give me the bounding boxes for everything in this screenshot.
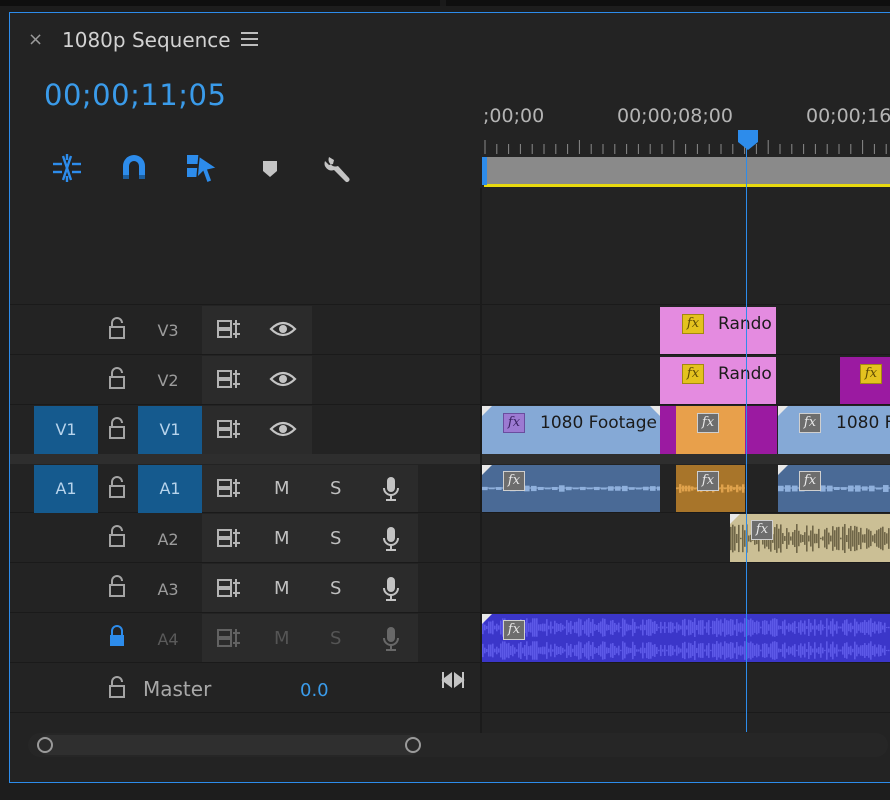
lock-icon[interactable] [108, 525, 126, 547]
master-volume-value[interactable]: 0.0 [300, 680, 329, 701]
fx-badge[interactable]: fx [697, 471, 719, 491]
fx-badge[interactable]: fx [799, 471, 821, 491]
v1-clip-orange[interactable]: fx [676, 406, 745, 454]
sync-lock-icon[interactable] [216, 477, 242, 503]
playhead-timecode[interactable]: 00;00;11;05 [44, 78, 226, 112]
clip-name: Rando [718, 364, 772, 384]
time-ruler[interactable] [484, 140, 890, 154]
clip-name: 1080 F [836, 413, 890, 433]
insert-overwrite-nest-icon[interactable] [50, 151, 84, 185]
clip-name: 1080 Footage [540, 413, 657, 433]
fx-badge[interactable]: fx [682, 314, 704, 334]
lock-icon-locked[interactable] [108, 625, 126, 647]
snap-magnet-icon[interactable] [117, 151, 151, 185]
a2-audio-clip[interactable]: fx [730, 514, 890, 562]
in-point-marker[interactable] [482, 157, 487, 185]
source-patch-a1[interactable]: A1 [34, 465, 98, 513]
v3-clip[interactable]: fx Rando [660, 307, 776, 354]
work-area-bar[interactable] [484, 157, 890, 184]
track-label-v3[interactable]: V3 [136, 321, 200, 340]
sync-lock-icon[interactable] [216, 418, 242, 444]
toggle-output-eye-icon[interactable] [269, 419, 297, 443]
sync-lock-icon[interactable] [216, 577, 242, 603]
mute-button[interactable]: M [274, 578, 290, 599]
solo-button[interactable]: S [330, 578, 341, 599]
solo-button[interactable]: S [330, 478, 341, 499]
sync-lock-icon[interactable] [216, 368, 242, 394]
v2-clip[interactable]: fx Rando [660, 357, 776, 404]
fx-badge[interactable]: fx [860, 364, 882, 384]
ruler-label-16s: 00;00;16 [806, 105, 890, 127]
a4-audio-clip[interactable]: fx [482, 614, 890, 662]
sync-lock-icon[interactable] [216, 527, 242, 553]
add-marker-icon[interactable] [253, 151, 287, 185]
lock-icon[interactable] [108, 676, 126, 698]
a1-audio-clip[interactable]: fx [482, 465, 660, 512]
ruler-label-8s: 00;00;08;00 [617, 105, 733, 127]
fx-badge[interactable]: fx [751, 520, 773, 540]
lock-icon[interactable] [108, 367, 126, 389]
playhead-handle[interactable] [738, 130, 758, 150]
linked-selection-icon[interactable] [185, 151, 219, 185]
fx-badge[interactable]: fx [697, 413, 719, 433]
playhead-line[interactable] [746, 140, 747, 732]
a1-audio-clip-orange[interactable]: fx [676, 465, 745, 512]
toggle-output-eye-icon[interactable] [269, 369, 297, 393]
clip-name: Rando [718, 314, 772, 334]
track-label-v1[interactable]: V1 [138, 406, 202, 454]
scrollbar-right-handle[interactable] [405, 737, 421, 753]
track-label-a4[interactable]: A4 [136, 630, 200, 649]
fx-badge[interactable]: fx [503, 413, 525, 433]
mute-button[interactable]: M [274, 478, 290, 499]
v2-clip-2[interactable]: fx [840, 357, 890, 404]
fx-badge[interactable]: fx [503, 471, 525, 491]
track-label-a1[interactable]: A1 [138, 465, 202, 513]
voice-over-mic-icon[interactable] [381, 475, 401, 507]
hamburger-menu-icon[interactable] [241, 32, 258, 46]
window-top-strip [0, 0, 890, 6]
sync-lock-icon[interactable] [216, 318, 242, 344]
master-track-label: Master [143, 677, 212, 701]
sequence-title: 1080p Sequence [62, 28, 231, 52]
toggle-output-eye-icon[interactable] [269, 319, 297, 343]
track-label-v2[interactable]: V2 [136, 371, 200, 390]
fx-badge[interactable]: fx [682, 364, 704, 384]
scrollbar-left-handle[interactable] [37, 737, 53, 753]
solo-button[interactable]: S [330, 628, 341, 649]
timeline-settings-wrench-icon[interactable] [321, 151, 355, 185]
track-label-a2[interactable]: A2 [136, 530, 200, 549]
go-to-in-out-icon[interactable] [441, 670, 465, 694]
lock-icon[interactable] [108, 575, 126, 597]
fx-badge[interactable]: fx [503, 620, 525, 640]
voice-over-mic-icon[interactable] [381, 525, 401, 557]
voice-over-mic-icon[interactable] [381, 575, 401, 607]
source-patch-v1[interactable]: V1 [34, 406, 98, 454]
video-audio-divider[interactable] [10, 454, 890, 464]
track-label-a3[interactable]: A3 [136, 580, 200, 599]
lock-icon[interactable] [108, 417, 126, 439]
voice-over-mic-icon[interactable] [381, 625, 401, 657]
solo-button[interactable]: S [330, 528, 341, 549]
a1-audio-clip-2[interactable]: fx [778, 465, 890, 512]
v1-clip-purple-a[interactable] [660, 406, 676, 454]
render-bar [484, 184, 890, 187]
zoom-scrollbar-thumb[interactable] [38, 735, 420, 755]
v1-clip-1080-footage-2[interactable]: fx 1080 F [778, 406, 890, 454]
v1-clip-1080-footage[interactable]: fx 1080 Footage [482, 406, 660, 454]
mute-button[interactable]: M [274, 528, 290, 549]
lock-icon[interactable] [108, 476, 126, 498]
sync-lock-icon[interactable] [216, 627, 242, 653]
ruler-label-start: ;00;00 [483, 105, 545, 127]
mute-button[interactable]: M [274, 628, 290, 649]
v1-clip-purple-b[interactable] [745, 406, 777, 454]
fx-badge[interactable]: fx [799, 413, 821, 433]
close-panel-button[interactable]: × [28, 30, 43, 50]
lock-icon[interactable] [108, 317, 126, 339]
